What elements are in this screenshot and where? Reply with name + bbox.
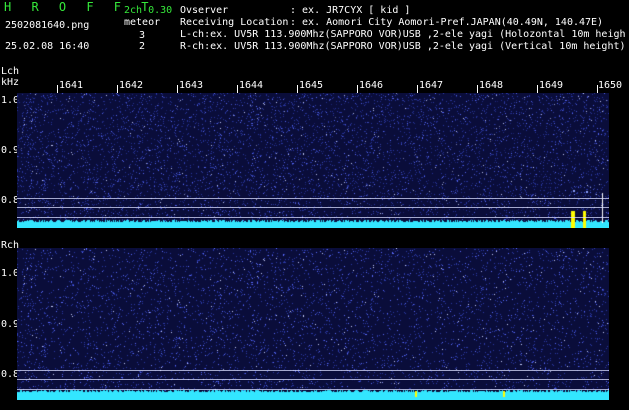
time-label-1648: 1648 xyxy=(479,80,504,91)
location-value: : ex. Aomori City Aomori-Pref.JAPAN(40.4… xyxy=(290,17,604,28)
time-label-1647: 1647 xyxy=(419,80,444,91)
time-label-1645: 1645 xyxy=(299,80,324,91)
time-label-1644: 1644 xyxy=(239,80,264,91)
rch-spectrogram xyxy=(17,248,609,400)
time-tick xyxy=(477,85,478,93)
meteor-count-r: 2 xyxy=(139,41,146,52)
meteor-label: meteor xyxy=(124,17,161,28)
time-tick xyxy=(357,85,358,93)
time-label-1642: 1642 xyxy=(119,80,144,91)
timestamp: 25.02.08 16:40 xyxy=(5,41,90,52)
filename: 2502081640.png xyxy=(5,20,90,31)
lch-spectrogram xyxy=(17,93,609,228)
time-tick xyxy=(597,85,598,93)
time-label-1646: 1646 xyxy=(359,80,384,91)
rch-info: R-ch:ex. UV5R 113.900Mhz(SAPPORO VOR)USB… xyxy=(180,41,626,52)
rch-gridline xyxy=(17,389,609,390)
rch-gridline xyxy=(17,370,609,371)
lch-gridline xyxy=(17,207,609,208)
lch-label: Lch xyxy=(1,66,20,77)
time-tick xyxy=(297,85,298,93)
time-tick xyxy=(417,85,418,93)
time-label-1650: 1650 xyxy=(598,80,623,91)
meteor-count-l: 3 xyxy=(139,30,146,41)
observer-label: Ovserver xyxy=(180,5,229,16)
time-tick xyxy=(117,85,118,93)
time-label-1641: 1641 xyxy=(59,80,84,91)
lch-info: L-ch:ex. UV5R 113.900Mhz(SAPPORO VOR)USB… xyxy=(180,29,626,40)
lch-unit: kHz xyxy=(1,77,20,88)
observer-value: : ex. JR7CYX [ kid ] xyxy=(290,5,411,16)
time-label-1643: 1643 xyxy=(179,80,204,91)
lch-gridline xyxy=(17,217,609,218)
rch-gridline xyxy=(17,379,609,380)
time-tick xyxy=(177,85,178,93)
lch-gridline xyxy=(17,198,609,199)
rch-noise-canvas xyxy=(17,248,609,400)
location-label: Receiving Location xyxy=(180,17,289,28)
time-tick xyxy=(237,85,238,93)
app-version: 2ch 0.30 xyxy=(124,5,173,16)
time-tick xyxy=(537,85,538,93)
time-label-1649: 1649 xyxy=(539,80,564,91)
time-tick xyxy=(57,85,58,93)
